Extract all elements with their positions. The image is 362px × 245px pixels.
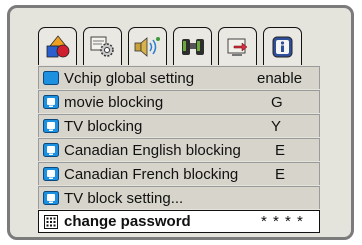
password-mask: * * * *: [261, 213, 304, 230]
tv-icon: [42, 95, 59, 110]
menu-item-label: TV blocking: [64, 117, 143, 135]
menu-item-canadian-french-blocking[interactable]: Canadian French blocking E: [38, 162, 320, 185]
tab-binoculars[interactable]: [173, 27, 212, 65]
shapes-icon: [46, 34, 69, 57]
menu-item-tv-blocking[interactable]: TV blocking Y: [38, 114, 320, 137]
menu-item-label: Canadian French blocking: [64, 165, 239, 183]
menu-item-canadian-english-blocking[interactable]: Canadian English blocking E: [38, 138, 320, 161]
menu-item-value: Y: [271, 117, 282, 135]
keypad-icon: [42, 214, 59, 229]
tv-icon: [42, 191, 59, 206]
menu-tab-bar: [38, 27, 302, 65]
menu-item-vchip-global-setting[interactable]: Vchip global setting enable: [38, 66, 320, 89]
menu-item-value: E: [275, 165, 286, 183]
menu-item-label: TV block setting...: [64, 189, 184, 207]
menu-item-value: enable: [257, 69, 303, 87]
menu-item-label: Vchip global setting: [64, 69, 195, 87]
menu-item-label: movie blocking: [64, 93, 164, 111]
input-icon: [227, 38, 247, 56]
tab-shapes[interactable]: [38, 27, 77, 65]
square-icon: [42, 71, 59, 86]
menu-item-label: Canadian English blocking: [64, 141, 241, 159]
gear-icon: [90, 36, 114, 57]
speaker-icon: [134, 36, 160, 57]
tv-icon: [42, 119, 59, 134]
tab-input[interactable]: [218, 27, 257, 65]
menu-item-value: E: [275, 141, 286, 159]
tab-settings[interactable]: [83, 27, 122, 65]
menu-item-movie-blocking[interactable]: movie blocking G: [38, 90, 320, 113]
menu-item-label: change password: [64, 213, 191, 230]
parental-control-menu: Vchip global setting enable movie blocki…: [38, 66, 320, 240]
menu-item-change-password[interactable]: change password * * * *: [38, 210, 320, 233]
binoculars-icon: [181, 38, 204, 55]
menu-item-value: G: [271, 93, 283, 111]
info-icon: [272, 36, 292, 57]
tab-audio[interactable]: [128, 27, 167, 65]
menu-item-tv-block-setting[interactable]: TV block setting...: [38, 186, 320, 209]
tab-info[interactable]: [263, 27, 302, 65]
tv-icon: [42, 143, 59, 158]
tv-icon: [42, 167, 59, 182]
